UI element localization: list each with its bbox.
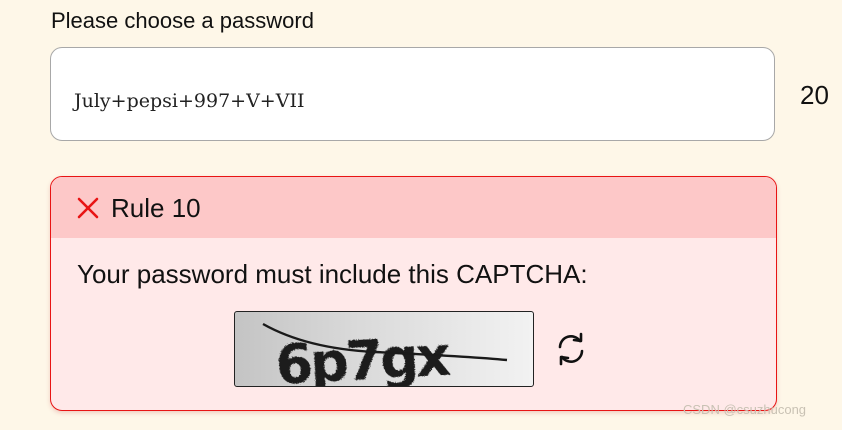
close-icon [77,197,99,219]
password-input[interactable]: July+pepsi+997+V+VII [50,47,775,141]
password-value: July+pepsi+997+V+VII [74,90,305,112]
rule-header: Rule 10 [51,177,776,238]
captcha-text: 6p7gx [274,325,453,387]
password-prompt-label: Please choose a password [51,8,314,33]
rule-title: Rule 10 [111,193,201,223]
rule-card: Rule 10 Your password must include this … [50,176,777,411]
refresh-icon[interactable] [552,330,590,368]
watermark: CSDN @csuzhucong [683,402,807,417]
password-length-counter: 20 [800,80,829,110]
rule-description: Your password must include this CAPTCHA: [77,259,588,289]
password-game-page: Please choose a password July+pepsi+997+… [0,0,842,430]
captcha-image: 6p7gx [234,311,534,387]
